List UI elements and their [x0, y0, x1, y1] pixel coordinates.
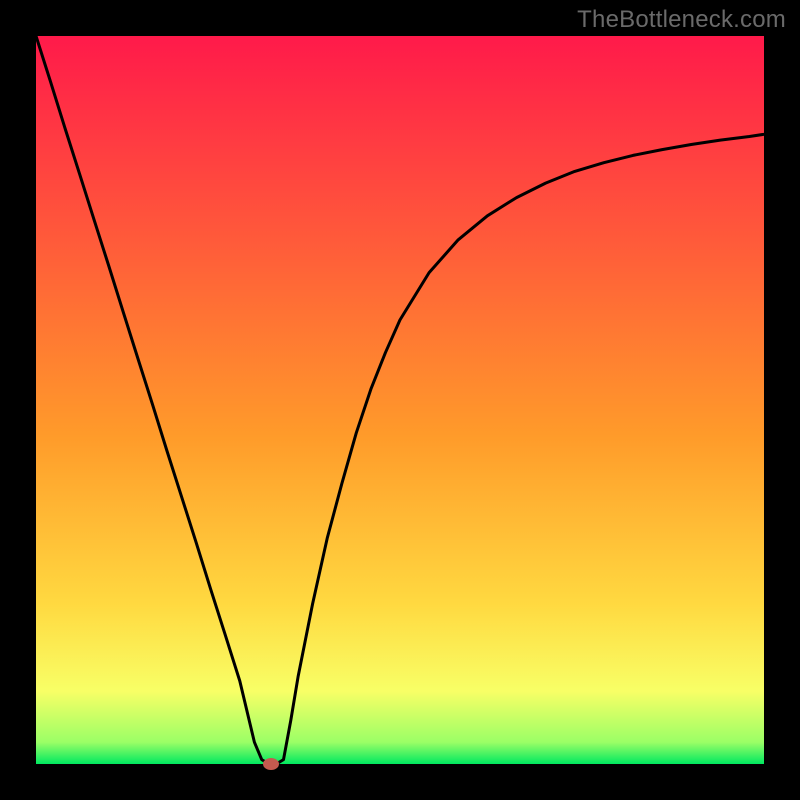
chart-frame: TheBottleneck.com [0, 0, 800, 800]
watermark-text: TheBottleneck.com [577, 6, 786, 34]
plot-area [36, 36, 764, 764]
optimal-point-marker [263, 758, 279, 770]
curve-svg [36, 36, 764, 764]
bottleneck-curve [36, 36, 764, 764]
